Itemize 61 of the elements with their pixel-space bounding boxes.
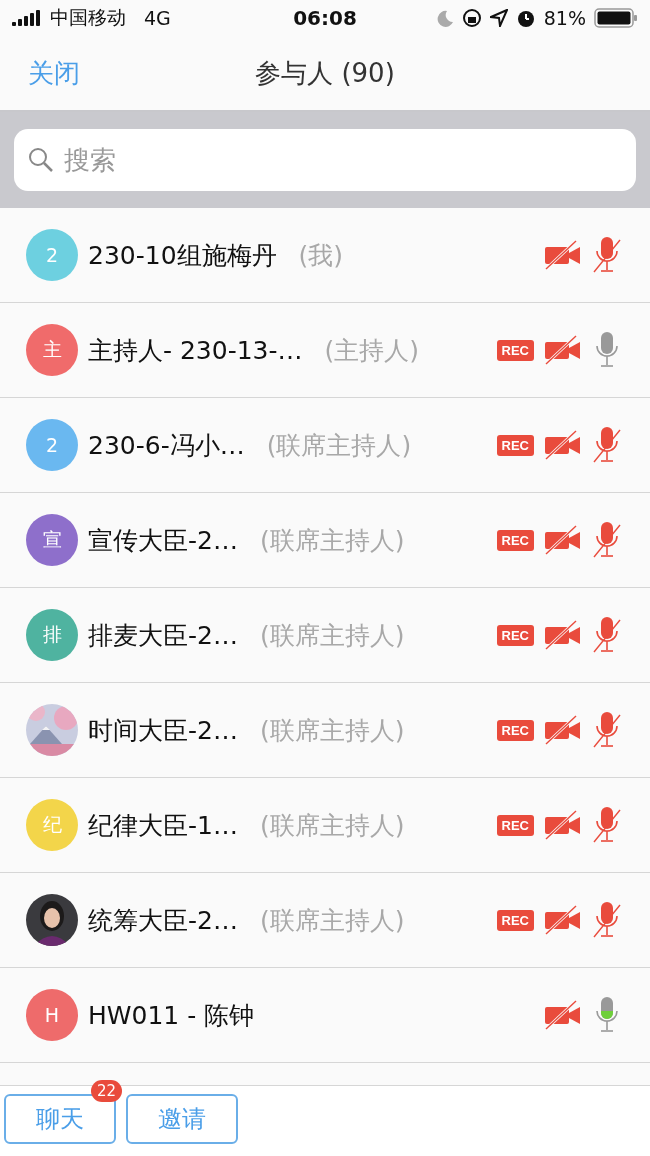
recording-badge: REC: [496, 814, 534, 836]
alarm-icon: [515, 8, 536, 28]
unread-count: 22: [90, 1080, 122, 1102]
participant-name: 主持人- 230-13-…: [88, 334, 303, 367]
participant-role: (联席主持人): [259, 714, 405, 747]
recording-badge: REC: [496, 434, 534, 456]
participant-name: 排麦大臣-2…: [88, 619, 238, 652]
recording-badge: REC: [496, 719, 534, 741]
video-off-icon[interactable]: [544, 525, 582, 555]
video-off-icon[interactable]: [544, 905, 582, 935]
participant-name: 宣传大臣-2…: [88, 524, 238, 557]
video-off-icon[interactable]: [544, 620, 582, 650]
avatar: 主: [26, 324, 78, 376]
participant-role: (主持人): [324, 334, 420, 367]
avatar: H: [26, 989, 78, 1041]
avatar: 排: [26, 609, 78, 661]
participant-role: (联席主持人): [259, 619, 405, 652]
participant-name: 纪律大臣-1…: [88, 809, 238, 842]
video-off-icon[interactable]: [544, 715, 582, 745]
participant-role: (联席主持人): [259, 904, 405, 937]
mic-muted-icon[interactable]: [592, 236, 622, 274]
battery-icon: [594, 8, 638, 28]
video-off-icon[interactable]: [544, 1000, 582, 1030]
participant-name: 时间大臣-2…: [88, 714, 238, 747]
carrier-name: 中国移动: [50, 5, 126, 30]
video-off-icon[interactable]: [544, 810, 582, 840]
recording-badge: REC: [496, 529, 534, 551]
participant-name: 统筹大臣-2…: [88, 904, 238, 937]
mic-muted-icon[interactable]: [592, 711, 622, 749]
recording-badge: REC: [496, 909, 534, 931]
location-icon: [489, 9, 508, 27]
recording-badge: REC: [496, 624, 534, 646]
participant-role: (联席主持人): [259, 524, 405, 557]
avatar: 2: [26, 229, 78, 281]
participant-role: (联席主持人): [259, 809, 405, 842]
search-field[interactable]: 搜索: [14, 129, 636, 191]
clock: 06:08: [293, 6, 357, 30]
signal-icon: [12, 10, 42, 26]
participant-role: (联席主持人): [266, 429, 412, 462]
search-icon: [28, 147, 54, 173]
avatar: 纪: [26, 799, 78, 851]
avatar: 2: [26, 419, 78, 471]
recording-badge: REC: [496, 339, 534, 361]
mic-muted-icon[interactable]: [592, 426, 622, 464]
moon-icon: [435, 9, 454, 27]
video-off-icon[interactable]: [544, 430, 582, 460]
rotation-lock-icon: [461, 8, 482, 28]
video-off-icon[interactable]: [544, 335, 582, 365]
network-type: 4G: [144, 7, 171, 29]
mic-muted-icon[interactable]: [592, 901, 622, 939]
page-title: 参与人 (90): [255, 56, 395, 90]
video-off-icon[interactable]: [544, 240, 582, 270]
mic-muted-icon[interactable]: [592, 521, 622, 559]
participant-name: 230-6-冯小…: [88, 429, 245, 462]
participant-name: HW011 - 陈钟: [88, 999, 255, 1032]
mic-muted-icon[interactable]: [592, 806, 622, 844]
battery-percent: 81%: [543, 7, 586, 29]
participant-name: 230-10组施梅丹: [88, 239, 277, 272]
mic-muted-icon[interactable]: [592, 616, 622, 654]
participant-role: (我): [298, 239, 344, 272]
avatar: 宣: [26, 514, 78, 566]
